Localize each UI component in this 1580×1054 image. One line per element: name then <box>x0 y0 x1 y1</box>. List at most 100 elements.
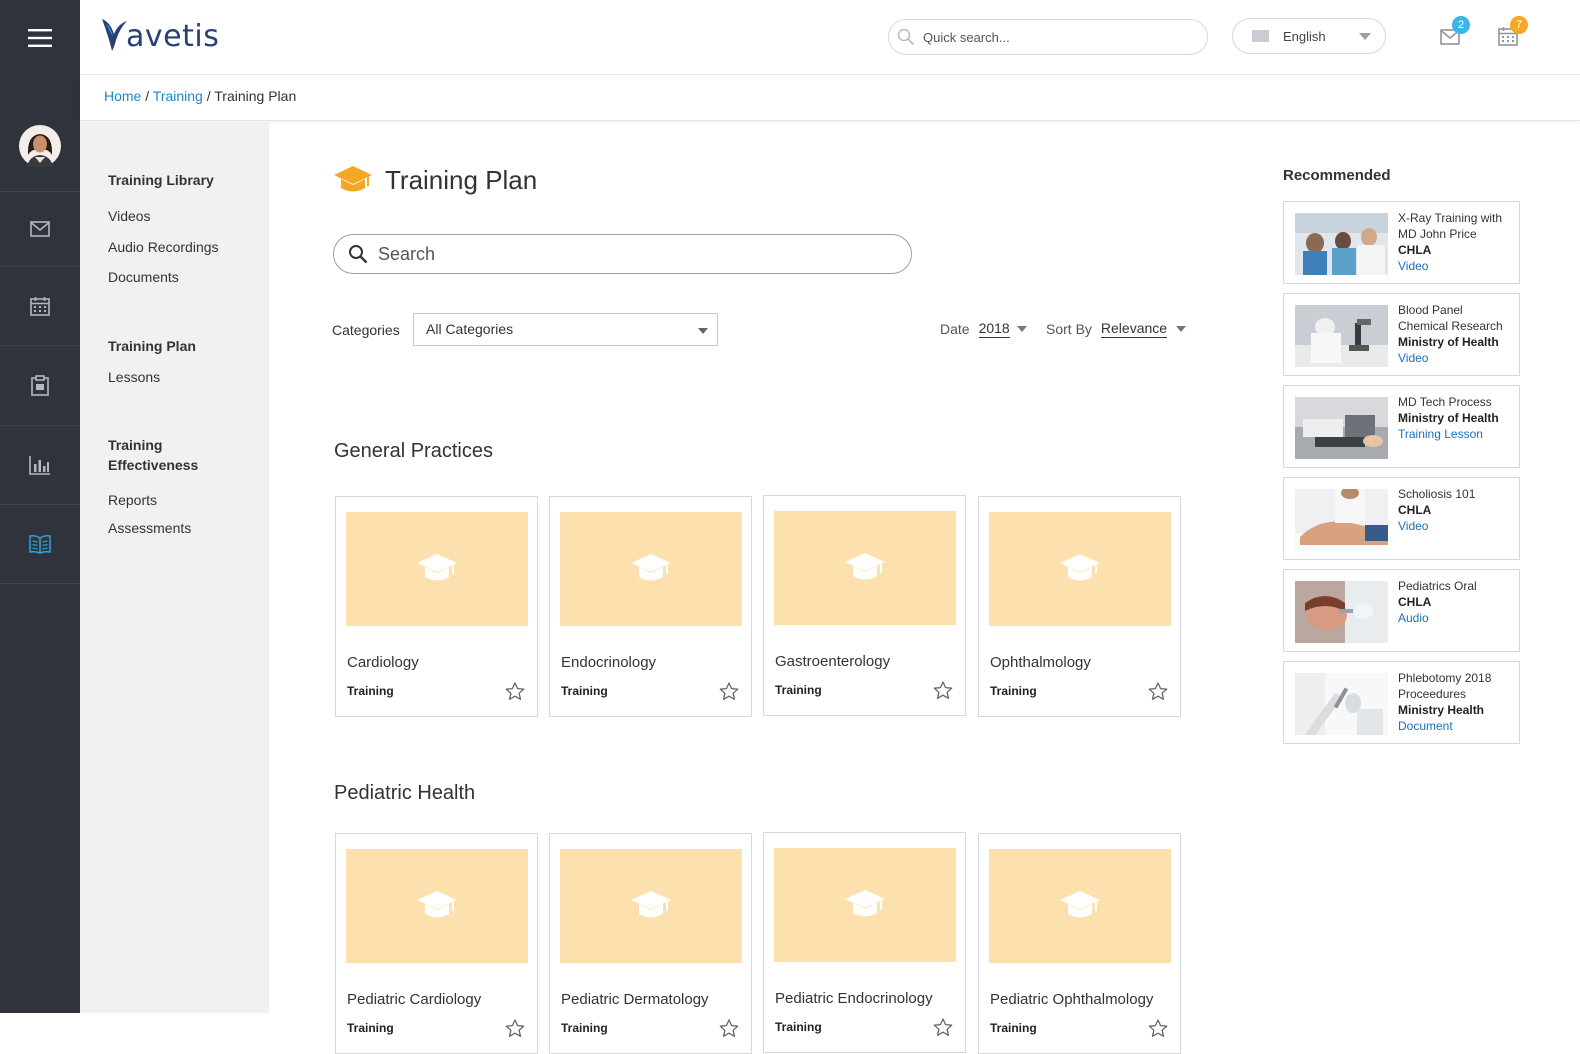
subnav-item-reports[interactable]: Reports <box>108 490 238 510</box>
card-thumbnail <box>774 511 956 625</box>
quick-search-box[interactable] <box>888 19 1208 55</box>
quick-search-input[interactable] <box>923 29 1183 45</box>
graduation-cap-icon <box>631 891 671 918</box>
favorite-button[interactable] <box>933 1018 953 1042</box>
star-icon <box>1148 682 1168 700</box>
training-search-box[interactable] <box>333 234 912 274</box>
recommended-item-type[interactable]: Video <box>1398 350 1516 366</box>
recommended-item[interactable]: MD Tech Process Ministry of Health Trainin… <box>1283 385 1520 468</box>
breadcrumb-home[interactable]: Home <box>104 88 141 104</box>
favorite-button[interactable] <box>719 682 739 706</box>
chevron-down-icon <box>1016 326 1027 332</box>
favorite-button[interactable] <box>505 682 525 706</box>
recommended-item-type[interactable]: Training Lesson <box>1398 426 1516 442</box>
subnav-item-documents[interactable]: Documents <box>108 267 219 287</box>
page-title-row: Training Plan <box>333 164 537 196</box>
recommended-item-title: MD Tech Process <box>1398 395 1492 409</box>
subnav-group-title[interactable]: Training Library <box>108 170 219 190</box>
training-card[interactable]: Cardiology Training <box>335 496 538 717</box>
recommended-text: Blood Panel Chemical Research Ministry of… <box>1398 302 1516 366</box>
graduation-cap-icon <box>845 890 885 917</box>
recommended-text: Scholiosis 101 CHLA Video <box>1398 486 1516 534</box>
star-icon <box>719 1019 739 1037</box>
recommended-item[interactable]: Phlebotomy 2018 Proceedures Ministry Heal… <box>1283 661 1520 744</box>
recommended-item-type[interactable]: Document <box>1398 718 1516 734</box>
training-card[interactable]: Pediatric Cardiology Training <box>335 833 538 1054</box>
sort-label: Sort By <box>1046 321 1092 337</box>
main-content: Training Plan Categories All Categories … <box>269 122 1269 1054</box>
recommended-item-title: Pediatrics Oral <box>1398 579 1477 593</box>
calendar-button[interactable]: 7 <box>1498 16 1528 48</box>
graduation-cap-icon <box>334 166 372 192</box>
subnav-group-library: Training Library Videos Audio Recordings… <box>108 170 219 287</box>
mail-button[interactable]: 2 <box>1440 16 1470 48</box>
sort-filter[interactable]: Sort By Relevance <box>1046 320 1187 338</box>
favorite-button[interactable] <box>933 681 953 705</box>
subnav-item-lessons[interactable]: Lessons <box>108 367 196 387</box>
recommended-thumbnail <box>1295 397 1388 459</box>
recommended-thumbnail <box>1295 213 1388 275</box>
logo-bird-icon <box>102 19 127 51</box>
card-thumbnail <box>989 512 1171 626</box>
avatar-button[interactable] <box>0 100 80 192</box>
recommended-item-type[interactable]: Video <box>1398 258 1516 274</box>
card-thumbnail <box>346 512 528 626</box>
subnav-group-title[interactable]: Training Plan <box>108 336 196 356</box>
recommended-text: Pediatrics Oral CHLA Audio <box>1398 578 1516 626</box>
recommended-item-title: Blood Panel Chemical Research <box>1398 303 1503 333</box>
recommended-thumbnail <box>1295 305 1388 367</box>
card-thumbnail <box>346 849 528 963</box>
graduation-cap-icon <box>417 554 457 581</box>
search-icon <box>349 245 368 264</box>
logo[interactable]: avetis <box>100 16 219 56</box>
subnav-item-assessments[interactable]: Assessments <box>108 518 238 538</box>
favorite-button[interactable] <box>1148 1019 1168 1043</box>
calendar-count-badge: 7 <box>1510 16 1528 34</box>
favorite-button[interactable] <box>1148 682 1168 706</box>
language-select[interactable]: English <box>1232 18 1386 54</box>
rail-reports[interactable] <box>0 426 80 505</box>
training-card[interactable]: Pediatric Ophthalmology Training <box>978 833 1181 1054</box>
star-icon <box>505 682 525 700</box>
recommended-item[interactable]: Scholiosis 101 CHLA Video <box>1283 477 1520 560</box>
rail-clipboard[interactable] <box>0 346 80 426</box>
rail-mail[interactable] <box>0 192 80 267</box>
breadcrumb-separator: / <box>206 88 211 104</box>
recommended-item[interactable]: Blood Panel Chemical Research Ministry of… <box>1283 293 1520 376</box>
chevron-down-icon <box>1176 326 1187 332</box>
card-thumbnail <box>560 512 742 626</box>
categories-select[interactable]: All Categories <box>413 313 718 346</box>
chevron-down-icon <box>1359 33 1371 40</box>
training-search-input[interactable] <box>378 243 878 265</box>
training-subnav: Training Library Videos Audio Recordings… <box>80 122 269 1013</box>
training-card[interactable]: Pediatric Endocrinology Training <box>763 832 966 1053</box>
recommended-item[interactable]: X-Ray Training with MD John Price CHLA Vid… <box>1283 201 1520 284</box>
graduation-cap-icon <box>1060 891 1100 918</box>
recommended-item-type[interactable]: Audio <box>1398 610 1516 626</box>
favorite-button[interactable] <box>505 1019 525 1043</box>
card-type: Training <box>775 1020 822 1034</box>
subnav-item-videos[interactable]: Videos <box>108 206 219 226</box>
card-type: Training <box>347 1021 394 1035</box>
menu-button[interactable] <box>0 0 80 75</box>
recommended-item-type[interactable]: Video <box>1398 518 1516 534</box>
search-icon <box>897 28 915 46</box>
training-card[interactable]: Endocrinology Training <box>549 496 752 717</box>
recommended-title: Recommended <box>1283 167 1391 184</box>
rail-calendar[interactable] <box>0 267 80 346</box>
training-card[interactable]: Ophthalmology Training <box>978 496 1181 717</box>
clipboard-icon <box>31 375 49 396</box>
training-card[interactable]: Gastroenterology Training <box>763 495 966 716</box>
card-title: Cardiology <box>347 654 419 671</box>
rail-training[interactable] <box>0 505 80 584</box>
date-label: Date <box>940 321 970 337</box>
sort-value: Relevance <box>1100 320 1168 338</box>
recommended-item[interactable]: Pediatrics Oral CHLA Audio <box>1283 569 1520 652</box>
breadcrumb-training[interactable]: Training <box>153 88 203 104</box>
date-filter[interactable]: Date 2018 <box>940 320 1027 338</box>
training-card[interactable]: Pediatric Dermatology Training <box>549 833 752 1054</box>
subnav-item-audio-recordings[interactable]: Audio Recordings <box>108 237 219 257</box>
graduation-cap-icon <box>845 553 885 580</box>
favorite-button[interactable] <box>719 1019 739 1043</box>
subnav-group-title[interactable]: Training Effectiveness <box>108 435 238 475</box>
